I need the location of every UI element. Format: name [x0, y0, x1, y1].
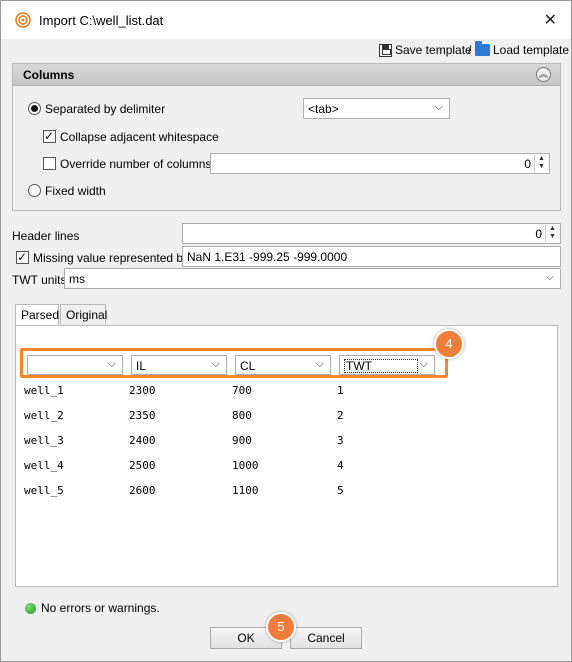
- table-cell: well_3: [24, 434, 64, 447]
- table-row: well_5 2600 1100 5: [24, 484, 424, 509]
- column-type-value-4: TWT: [344, 359, 418, 373]
- twt-units-label: TWT units: [12, 273, 67, 287]
- separated-by-delimiter-radio[interactable]: [28, 102, 41, 115]
- columns-panel-title: Columns: [23, 68, 75, 82]
- delimiter-select[interactable]: <tab> ⌵: [303, 98, 450, 119]
- table-cell: 2: [337, 409, 344, 422]
- table-cell: well_5: [24, 484, 64, 497]
- table-cell: 700: [232, 384, 252, 397]
- double-chevron-up-icon[interactable]: ︽: [536, 67, 551, 82]
- missing-value-label: Missing value represented by: [33, 251, 190, 265]
- toolbar-separator: /: [468, 43, 472, 57]
- chevron-down-icon: ⌵: [545, 271, 554, 283]
- load-template-button[interactable]: Load template: [475, 41, 570, 57]
- delimiter-value: <tab>: [308, 102, 339, 116]
- window-title: Import C:\well_list.dat: [39, 13, 164, 28]
- spinner-arrows[interactable]: ▲ ▼: [545, 225, 559, 242]
- header-lines-label: Header lines: [12, 229, 80, 243]
- spinner-arrows[interactable]: ▲ ▼: [534, 155, 548, 172]
- override-columns-spinner[interactable]: 0 ▲ ▼: [210, 153, 550, 174]
- chevron-down-icon: ⌵: [315, 358, 324, 370]
- table-cell: 4: [337, 459, 344, 472]
- separated-by-delimiter-label: Separated by delimiter: [45, 102, 166, 116]
- header-lines-spinner[interactable]: 0 ▲ ▼: [182, 223, 561, 244]
- override-columns-checkbox[interactable]: [43, 157, 56, 170]
- table-cell: 3: [337, 434, 344, 447]
- table-cell: well_2: [24, 409, 64, 422]
- template-toolbar: Save template / Load template: [1, 41, 571, 61]
- header-lines-value: 0: [535, 227, 542, 241]
- table-cell: 2400: [129, 434, 156, 447]
- green-status-icon: [25, 602, 36, 614]
- collapse-whitespace-label: Collapse adjacent whitespace: [60, 130, 219, 144]
- columns-panel-header[interactable]: Columns ︽: [13, 64, 560, 86]
- tab-parsed[interactable]: Parsed: [15, 304, 59, 326]
- table-cell: 900: [232, 434, 252, 447]
- chevron-down-icon: ⌵: [419, 358, 428, 370]
- chevron-down-icon: ⌵: [434, 101, 443, 113]
- parsed-data-table: well_1 2300 700 1 well_2 2350 800 2 well…: [24, 384, 424, 509]
- cancel-button[interactable]: Cancel: [290, 627, 362, 649]
- table-cell: 1: [337, 384, 344, 397]
- table-cell: 2350: [129, 409, 156, 422]
- column-type-value-3: CL: [240, 359, 256, 373]
- table-cell: 800: [232, 409, 252, 422]
- table-row: well_2 2350 800 2: [24, 409, 424, 434]
- status-bar: No errors or warnings.: [25, 601, 160, 615]
- floppy-disk-icon: [379, 43, 392, 57]
- override-columns-label: Override number of columns: [60, 157, 212, 171]
- status-message: No errors or warnings.: [41, 601, 160, 615]
- table-cell: 2600: [129, 484, 156, 497]
- column-type-select-3[interactable]: CL ⌵: [235, 355, 331, 375]
- column-type-select-4[interactable]: TWT ⌵: [339, 355, 435, 375]
- table-cell: well_1: [24, 384, 64, 397]
- table-cell: 1100: [232, 484, 259, 497]
- missing-value-input[interactable]: NaN 1.E31 -999.25 -999.0000: [182, 246, 561, 267]
- column-type-select-1[interactable]: ⌵: [27, 355, 123, 375]
- import-dialog: Import C:\well_list.dat ✕ Save template …: [0, 0, 572, 662]
- column-type-select-2[interactable]: IL ⌵: [131, 355, 227, 375]
- parsed-preview: ⌵ IL ⌵ CL ⌵ TWT ⌵ 4 well_1 2300 700 1 we…: [15, 325, 558, 587]
- open-folder-icon: [475, 41, 490, 56]
- table-cell: 1000: [232, 459, 259, 472]
- save-template-button[interactable]: Save template: [379, 43, 472, 57]
- columns-panel: Columns ︽ Separated by delimiter <tab> ⌵…: [12, 63, 561, 211]
- close-icon[interactable]: ✕: [544, 10, 557, 30]
- table-cell: 5: [337, 484, 344, 497]
- twt-units-value: ms: [69, 272, 85, 286]
- step-badge-4: 4: [434, 329, 464, 359]
- chevron-down-icon: ⌵: [107, 358, 116, 370]
- table-row: well_4 2500 1000 4: [24, 459, 424, 484]
- fixed-width-radio[interactable]: [28, 184, 41, 197]
- twt-units-select[interactable]: ms ⌵: [64, 268, 561, 289]
- column-mapping-highlight: ⌵ IL ⌵ CL ⌵ TWT ⌵: [20, 348, 448, 378]
- missing-value-checkbox[interactable]: [16, 250, 29, 264]
- save-template-label: Save template: [395, 43, 472, 57]
- chevron-down-icon: ⌵: [211, 358, 220, 370]
- table-row: well_3 2400 900 3: [24, 434, 424, 459]
- table-row: well_1 2300 700 1: [24, 384, 424, 409]
- fixed-width-label: Fixed width: [45, 184, 106, 198]
- title-bar: Import C:\well_list.dat ✕: [1, 1, 571, 39]
- table-cell: 2300: [129, 384, 156, 397]
- table-cell: well_4: [24, 459, 64, 472]
- step-badge-5: 5: [266, 612, 296, 642]
- override-columns-value: 0: [524, 157, 531, 171]
- table-cell: 2500: [129, 459, 156, 472]
- load-template-label: Load template: [493, 43, 570, 57]
- tab-original[interactable]: Original: [60, 304, 107, 324]
- app-icon: [15, 12, 31, 28]
- collapse-whitespace-checkbox[interactable]: [43, 129, 56, 143]
- column-type-value-2: IL: [136, 359, 147, 373]
